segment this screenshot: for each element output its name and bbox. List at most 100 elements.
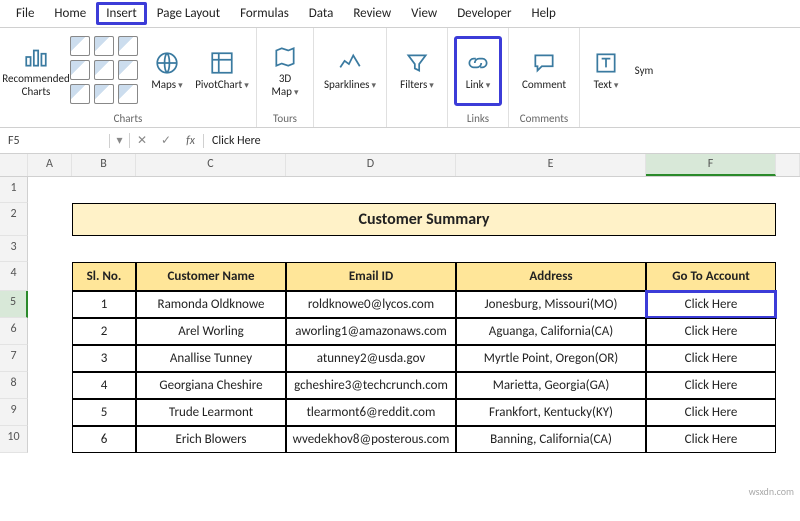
tab-view[interactable]: View <box>401 2 447 25</box>
table-header-email[interactable]: Email ID <box>286 262 456 291</box>
table-header-goto[interactable]: Go To Account <box>646 262 776 291</box>
table-row[interactable]: Click Here <box>646 426 776 453</box>
fx-icon[interactable]: fx <box>178 134 204 148</box>
chart-type-icon[interactable] <box>118 60 138 80</box>
table-row[interactable]: Banning, California(CA) <box>456 426 646 453</box>
active-cell[interactable]: Click Here <box>646 291 776 318</box>
table-row[interactable]: 4 <box>72 372 136 399</box>
table-row[interactable]: Georgiana Cheshire <box>136 372 286 399</box>
sparklines-button[interactable]: Sparklines <box>320 36 380 106</box>
cell[interactable] <box>776 345 800 372</box>
cell[interactable] <box>646 236 776 262</box>
cell[interactable] <box>286 177 456 203</box>
table-row[interactable]: wvedekhov8@posterous.com <box>286 426 456 453</box>
table-row[interactable]: tlearmont6@reddit.com <box>286 399 456 426</box>
tab-home[interactable]: Home <box>44 2 96 25</box>
cell[interactable] <box>28 291 72 318</box>
row-header-4[interactable]: 4 <box>0 262 28 291</box>
cell[interactable] <box>28 426 72 453</box>
sheet-title[interactable]: Customer Summary <box>72 203 776 236</box>
row-header-6[interactable]: 6 <box>0 318 28 345</box>
table-row[interactable]: Marietta, Georgia(GA) <box>456 372 646 399</box>
cell[interactable] <box>776 262 800 291</box>
cell[interactable] <box>776 291 800 318</box>
col-header-D[interactable]: D <box>286 154 456 176</box>
cell[interactable] <box>776 177 800 203</box>
cell[interactable] <box>28 399 72 426</box>
tab-data[interactable]: Data <box>299 2 344 25</box>
table-row[interactable]: Click Here <box>646 399 776 426</box>
tab-developer[interactable]: Developer <box>447 2 521 25</box>
3d-map-button[interactable]: 3D Map <box>263 36 307 106</box>
table-row[interactable]: Aguanga, California(CA) <box>456 318 646 345</box>
chart-type-icon[interactable] <box>94 60 114 80</box>
table-row[interactable]: Jonesburg, Missouri(MO) <box>456 291 646 318</box>
symbols-button[interactable]: Sym <box>630 36 658 106</box>
row-header-5[interactable]: 5 <box>0 291 28 318</box>
table-row[interactable]: Click Here <box>646 345 776 372</box>
table-row[interactable]: Myrtle Point, Oregon(OR) <box>456 345 646 372</box>
table-row[interactable]: 6 <box>72 426 136 453</box>
chart-type-icon[interactable] <box>118 84 138 104</box>
table-row[interactable]: aworling1@amazonaws.com <box>286 318 456 345</box>
comment-button[interactable]: Comment <box>515 36 573 106</box>
cell[interactable] <box>456 236 646 262</box>
cell[interactable] <box>136 177 286 203</box>
name-box-dropdown-icon[interactable]: ▾ <box>110 133 130 148</box>
table-row[interactable]: Click Here <box>646 318 776 345</box>
table-row[interactable]: Anallise Tunney <box>136 345 286 372</box>
table-row[interactable]: 1 <box>72 291 136 318</box>
cell[interactable] <box>286 236 456 262</box>
cell[interactable] <box>136 236 286 262</box>
chart-type-icon[interactable] <box>70 60 90 80</box>
cell[interactable] <box>646 177 776 203</box>
cell[interactable] <box>28 318 72 345</box>
chart-types-grid[interactable] <box>70 36 140 106</box>
cell[interactable] <box>776 203 800 236</box>
table-header-name[interactable]: Customer Name <box>136 262 286 291</box>
cell[interactable] <box>28 236 72 262</box>
row-header-1[interactable]: 1 <box>0 177 28 203</box>
cell[interactable] <box>776 372 800 399</box>
tab-page-layout[interactable]: Page Layout <box>147 2 230 25</box>
row-header-8[interactable]: 8 <box>0 372 28 399</box>
cell[interactable] <box>776 236 800 262</box>
cancel-icon[interactable]: ✕ <box>130 133 154 148</box>
enter-icon[interactable]: ✓ <box>154 133 178 148</box>
cell[interactable] <box>776 399 800 426</box>
table-row[interactable]: 2 <box>72 318 136 345</box>
table-row[interactable]: Erich Blowers <box>136 426 286 453</box>
tab-file[interactable]: File <box>6 2 44 25</box>
tab-insert[interactable]: Insert <box>96 2 147 25</box>
tab-help[interactable]: Help <box>521 2 565 25</box>
cell[interactable] <box>28 177 72 203</box>
cell[interactable] <box>72 236 136 262</box>
table-row[interactable]: Ramonda Oldknowe <box>136 291 286 318</box>
table-row[interactable]: roldknowe0@lycos.com <box>286 291 456 318</box>
table-row[interactable]: atunney2@usda.gov <box>286 345 456 372</box>
chart-type-icon[interactable] <box>94 84 114 104</box>
link-button[interactable]: Link <box>454 36 502 106</box>
cell[interactable] <box>28 372 72 399</box>
maps-button[interactable]: Maps <box>144 36 190 106</box>
cell[interactable] <box>28 262 72 291</box>
cell[interactable] <box>456 177 646 203</box>
chart-type-icon[interactable] <box>70 84 90 104</box>
table-row[interactable]: Click Here <box>646 372 776 399</box>
pivotchart-button[interactable]: PivotChart <box>194 36 250 106</box>
table-header-address[interactable]: Address <box>456 262 646 291</box>
chart-type-icon[interactable] <box>94 36 114 56</box>
filters-button[interactable]: Filters <box>393 36 441 106</box>
cell[interactable] <box>72 177 136 203</box>
cell[interactable] <box>776 318 800 345</box>
table-row[interactable]: Trude Learmont <box>136 399 286 426</box>
col-header-B[interactable]: B <box>72 154 136 176</box>
formula-input[interactable]: Click Here <box>204 134 800 148</box>
cell[interactable] <box>28 345 72 372</box>
row-header-2[interactable]: 2 <box>0 203 28 236</box>
row-header-9[interactable]: 9 <box>0 399 28 426</box>
row-header-3[interactable]: 3 <box>0 236 28 262</box>
col-header-C[interactable]: C <box>136 154 286 176</box>
table-row[interactable]: Frankfort, Kentucky(KY) <box>456 399 646 426</box>
table-row[interactable]: gcheshire3@techcrunch.com <box>286 372 456 399</box>
